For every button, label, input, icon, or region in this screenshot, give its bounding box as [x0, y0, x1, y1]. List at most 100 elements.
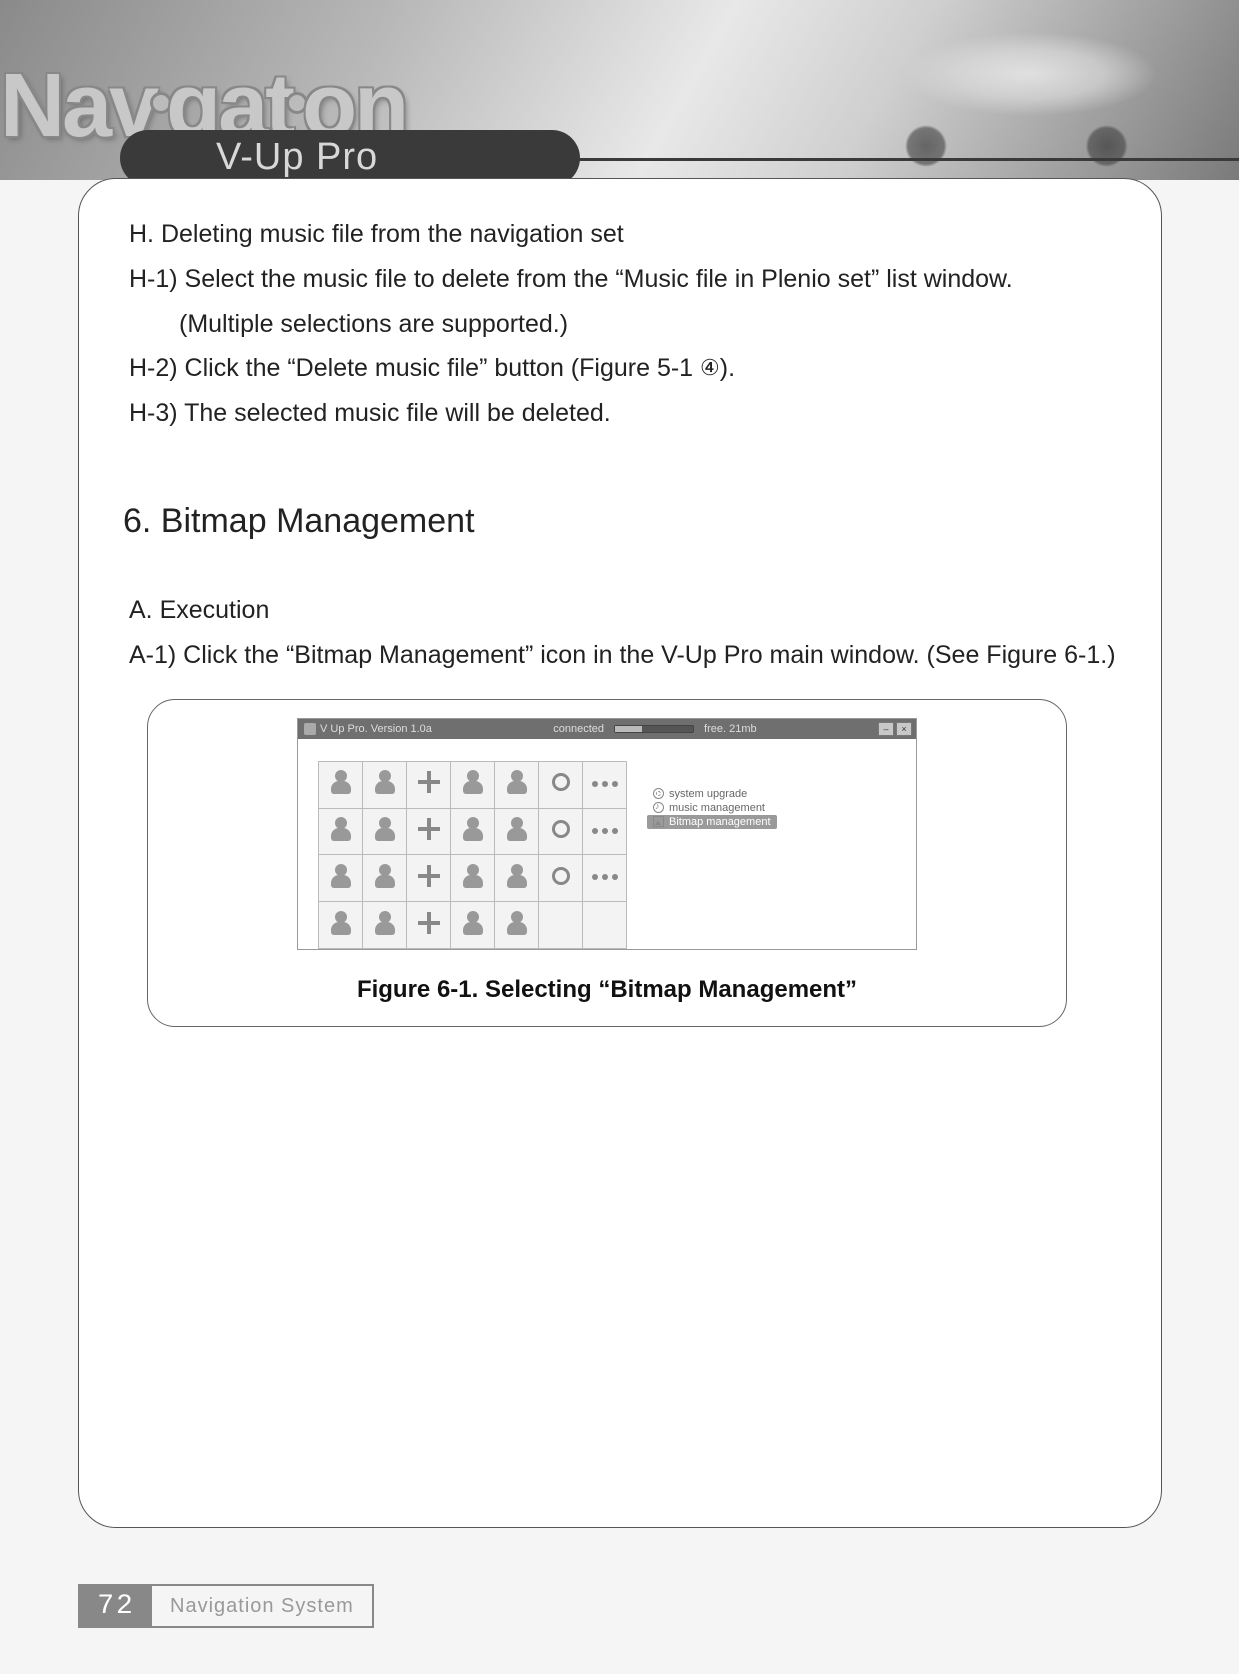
grid-cell[interactable] [495, 855, 539, 902]
grid-cell[interactable] [407, 902, 451, 949]
titlebar-right: – × [878, 722, 914, 736]
circled-4: ④ [700, 351, 720, 385]
grid-cell[interactable] [495, 761, 539, 808]
grid-cell[interactable] [451, 855, 495, 902]
circle-icon [552, 773, 570, 791]
body-text: H. Deleting music file from the navigati… [123, 215, 1117, 675]
status-progress [614, 725, 694, 733]
menu-music-management[interactable]: music management [647, 801, 777, 815]
grid-cell[interactable] [451, 902, 495, 949]
grid-cell[interactable] [363, 761, 407, 808]
person-icon [331, 770, 351, 794]
plus-icon [418, 771, 440, 793]
person-icon [375, 817, 395, 841]
grid-cell[interactable] [583, 855, 627, 902]
para-h2-post: ). [720, 354, 735, 382]
header-car-image [779, 10, 1199, 170]
para-a1: A-1) Click the “Bitmap Management” icon … [129, 636, 1117, 675]
person-icon [331, 911, 351, 935]
grid-cell[interactable] [583, 902, 627, 949]
plus-icon [418, 818, 440, 840]
titlebar-left: V Up Pro. Version 1.0a [300, 723, 432, 735]
header-divider [560, 158, 1239, 161]
plus-icon [418, 912, 440, 934]
dots-icon [592, 826, 618, 836]
page-number: 72 [80, 1586, 152, 1626]
person-icon [463, 817, 483, 841]
para-h1-note: (Multiple selections are supported.) [179, 305, 1117, 344]
app-titlebar: V Up Pro. Version 1.0a connected free. 2… [298, 719, 916, 739]
dots-icon [592, 872, 618, 882]
app-window: V Up Pro. Version 1.0a connected free. 2… [297, 718, 917, 950]
grid-cell[interactable] [583, 761, 627, 808]
grid-cell[interactable] [495, 808, 539, 855]
grid-cell[interactable] [583, 808, 627, 855]
titlebar-center: connected free. 21mb [432, 723, 878, 735]
free-space-label: free. 21mb [704, 723, 757, 735]
para-h2: H-2) Click the “Delete music file” butto… [129, 349, 1117, 388]
grid-cell[interactable] [539, 761, 583, 808]
grid-cell[interactable] [539, 902, 583, 949]
person-icon [331, 817, 351, 841]
main-menu: system upgrade music management Bitmap m… [647, 787, 777, 949]
grid-cell[interactable] [407, 808, 451, 855]
grid-cell[interactable] [539, 808, 583, 855]
app-icon [304, 723, 316, 735]
app-title: V Up Pro. Version 1.0a [320, 723, 432, 735]
section-heading: 6. Bitmap Management [123, 495, 1117, 548]
plus-icon [418, 865, 440, 887]
minimize-button[interactable]: – [878, 722, 894, 736]
figure-caption: Figure 6-1. Selecting “Bitmap Management… [166, 976, 1048, 1004]
grid-cell[interactable] [451, 808, 495, 855]
grid-cell[interactable] [407, 761, 451, 808]
person-icon [331, 864, 351, 888]
grid-cell[interactable] [495, 902, 539, 949]
menu-bitmap-management[interactable]: Bitmap management [647, 815, 777, 829]
para-h2-pre: H-2) Click the “Delete music file” butto… [129, 354, 700, 382]
grid-cell[interactable] [407, 855, 451, 902]
app-body: system upgrade music management Bitmap m… [298, 739, 916, 949]
grid-cell[interactable] [539, 855, 583, 902]
person-icon [507, 911, 527, 935]
person-icon [507, 817, 527, 841]
grid-cell[interactable] [319, 808, 363, 855]
person-icon [507, 770, 527, 794]
person-icon [507, 864, 527, 888]
grid-cell[interactable] [319, 855, 363, 902]
menu-label: music management [669, 802, 765, 814]
para-a-title: A. Execution [129, 591, 1117, 630]
picture-icon [653, 816, 664, 827]
person-icon [375, 864, 395, 888]
grid-cell[interactable] [319, 761, 363, 808]
grid-cell[interactable] [451, 761, 495, 808]
menu-system-upgrade[interactable]: system upgrade [647, 787, 777, 801]
person-icon [463, 770, 483, 794]
person-icon [463, 864, 483, 888]
gear-icon [653, 788, 664, 799]
music-note-icon [653, 802, 664, 813]
page-header: Navgaton V-Up Pro [0, 0, 1239, 180]
figure-box: V Up Pro. Version 1.0a connected free. 2… [147, 699, 1067, 1027]
para-h3: H-3) The selected music file will be del… [129, 394, 1117, 433]
person-icon [463, 911, 483, 935]
menu-label: system upgrade [669, 788, 747, 800]
circle-icon [552, 867, 570, 885]
grid-cell[interactable] [319, 902, 363, 949]
section-pill-label: V-Up Pro [120, 130, 580, 179]
footer-label: Navigation System [152, 1586, 372, 1626]
para-h-title: H. Deleting music file from the navigati… [129, 215, 1117, 254]
page-footer: 72 Navigation System [78, 1584, 374, 1628]
section-pill: V-Up Pro [120, 130, 580, 180]
person-icon [375, 911, 395, 935]
grid-cell[interactable] [363, 855, 407, 902]
person-icon [375, 770, 395, 794]
content-frame: H. Deleting music file from the navigati… [78, 178, 1162, 1528]
status-label: connected [553, 723, 604, 735]
grid-cell[interactable] [363, 808, 407, 855]
icon-grid [318, 761, 627, 949]
menu-label: Bitmap management [669, 816, 771, 828]
para-h1: H-1) Select the music file to delete fro… [129, 260, 1117, 299]
grid-cell[interactable] [363, 902, 407, 949]
close-button[interactable]: × [896, 722, 912, 736]
dots-icon [592, 779, 618, 789]
